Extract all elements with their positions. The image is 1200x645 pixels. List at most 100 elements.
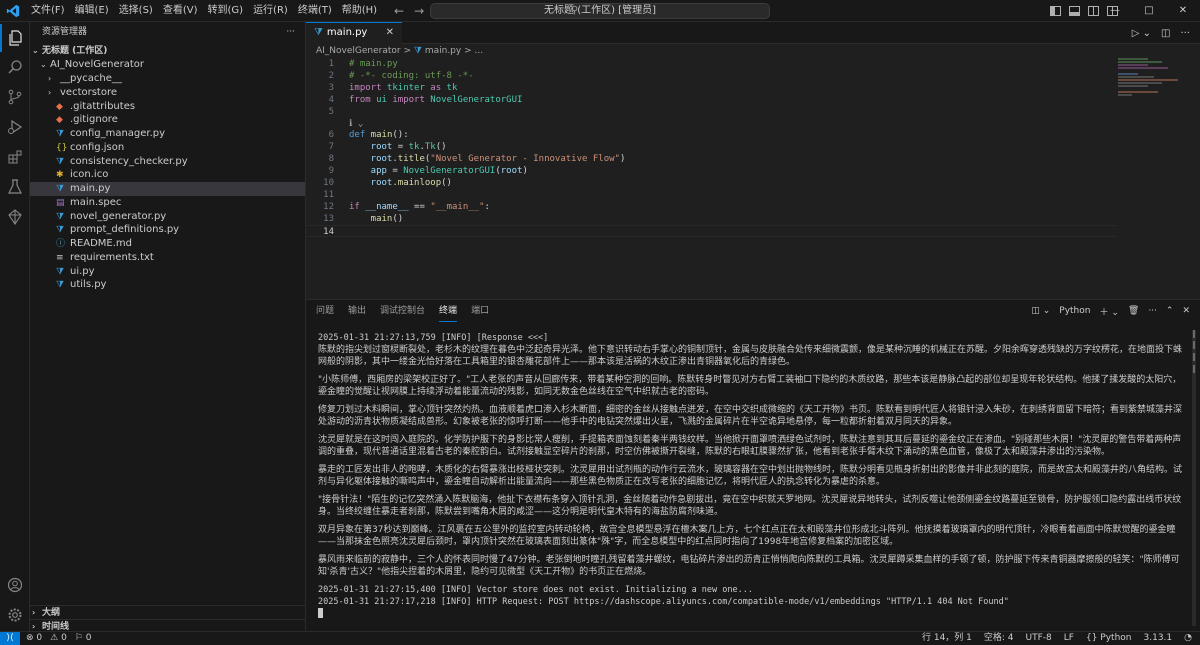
close-panel-icon[interactable]: ✕	[1182, 306, 1190, 316]
remote-indicator[interactable]: ⟩⟨	[0, 632, 20, 645]
close-window-button[interactable]: ✕	[1166, 0, 1200, 22]
tree-file[interactable]: ⧩ utils.py	[30, 278, 305, 292]
project-folder[interactable]: ⌄ AI_NovelGenerator	[30, 58, 305, 72]
split-terminal-icon[interactable]: ◫ ⌄	[1031, 306, 1050, 316]
encoding[interactable]: UTF-8	[1026, 632, 1052, 645]
menu-run[interactable]: 运行(R)	[248, 0, 293, 22]
editor-actions: ▷ ⌄ ◫ ···	[1132, 22, 1190, 44]
workspace-root[interactable]: ⌄ 无标题 (工作区)	[30, 44, 305, 58]
close-tab-icon[interactable]: ✕	[386, 23, 394, 43]
new-terminal-icon[interactable]: ＋ ⌄	[1099, 305, 1118, 318]
tree-file[interactable]: ◆ .gitattributes	[30, 100, 305, 114]
code-token: as	[430, 82, 442, 93]
more-actions-icon[interactable]: ···	[1180, 28, 1190, 39]
tab-ports[interactable]: 端口	[471, 300, 489, 322]
cursor-position[interactable]: 行 14，列 1	[922, 632, 972, 645]
code-token: # -*- coding: utf-8 -*-	[349, 70, 474, 81]
chevron-right-icon: ›	[48, 74, 52, 83]
breadcrumb-symbol[interactable]: > ...	[464, 46, 483, 56]
terminal-output[interactable]: 2025-01-31 21:27:13,759 [INFO] [Response…	[318, 332, 1188, 628]
maximize-panel-icon[interactable]: ⌃	[1166, 306, 1174, 316]
testing-flask-icon[interactable]	[0, 173, 30, 201]
tab-output[interactable]: 输出	[348, 300, 366, 322]
tree-item-label: ui.py	[70, 265, 95, 277]
menu-file[interactable]: 文件(F)	[26, 0, 70, 22]
menu-selection[interactable]: 选择(S)	[114, 0, 158, 22]
run-debug-icon[interactable]	[0, 113, 30, 141]
explorer-icon[interactable]	[0, 24, 30, 52]
tree-file[interactable]: ⧩ config_manager.py	[30, 127, 305, 141]
breadcrumb-separator: >	[403, 46, 412, 56]
tab-debug-console[interactable]: 调试控制台	[380, 300, 425, 322]
tree-file[interactable]: ⧩ novel_generator.py	[30, 210, 305, 224]
code-editor[interactable]: 1 # main.py 2 # -*- coding: utf-8 -*- 3 impor…	[306, 58, 1116, 290]
tree-file[interactable]: ⧩ ui.py	[30, 265, 305, 279]
tree-file[interactable]: ⓘ README.md	[30, 237, 305, 251]
activity-bar	[0, 22, 30, 631]
menu-view[interactable]: 查看(V)	[158, 0, 203, 22]
code-line: 3 import tkinter as tk	[306, 82, 1116, 94]
window-controls: — □ ✕	[1098, 0, 1200, 22]
tab-problems[interactable]: 问题	[316, 300, 334, 322]
search-icon[interactable]	[0, 53, 30, 81]
menu-edit[interactable]: 编辑(E)	[70, 0, 114, 22]
indentation[interactable]: 空格: 4	[984, 632, 1014, 645]
tree-file[interactable]: ⧩ prompt_definitions.py	[30, 223, 305, 237]
toggle-primary-sidebar-icon[interactable]	[1050, 6, 1061, 16]
remote-explorer-icon[interactable]	[0, 203, 30, 231]
tree-file[interactable]: ◆ .gitignore	[30, 113, 305, 127]
terminal-scrollbar[interactable]	[1190, 330, 1198, 626]
back-arrow-icon[interactable]: ←	[394, 4, 404, 18]
tab-terminal[interactable]: 终端	[439, 300, 458, 322]
breadcrumb-folder[interactable]: AI_NovelGenerator	[316, 46, 401, 56]
maximize-button[interactable]: □	[1132, 0, 1166, 22]
tree-file[interactable]: ⧩ main.py	[30, 182, 305, 196]
editor-tab-bar: ⧩ main.py ✕ ▷ ⌄ ◫ ···	[306, 22, 1200, 44]
run-file-icon[interactable]: ▷ ⌄	[1132, 28, 1151, 39]
forward-arrow-icon[interactable]: →	[414, 4, 424, 18]
errors-count[interactable]: ⊗ 0	[26, 632, 42, 645]
chevron-right-icon: ›	[32, 608, 36, 617]
more-actions-icon[interactable]: ···	[286, 22, 295, 42]
tree-folder[interactable]: › __pycache__	[30, 72, 305, 86]
menu-terminal[interactable]: 终端(T)	[293, 0, 337, 22]
trash-icon[interactable]: 🗑	[1128, 306, 1139, 316]
code-token: "__main__"	[430, 201, 485, 212]
command-center[interactable]: ⚲ 无标题 (工作区) [管理员]	[430, 3, 770, 19]
code-token: if	[349, 201, 360, 212]
accounts-icon[interactable]	[0, 571, 30, 599]
breadcrumb-file[interactable]: main.py	[425, 46, 461, 56]
tree-file[interactable]: ⧩ consistency_checker.py	[30, 155, 305, 169]
tree-file[interactable]: ▤ main.spec	[30, 196, 305, 210]
notifications-bell-icon[interactable]: ◔	[1184, 632, 1192, 645]
tree-file[interactable]: ✱ icon.ico	[30, 168, 305, 182]
menu-go[interactable]: 转到(G)	[203, 0, 249, 22]
language-mode[interactable]: {} Python	[1086, 632, 1132, 645]
python-version[interactable]: 3.13.1	[1144, 632, 1173, 645]
settings-gear-icon[interactable]	[0, 601, 30, 629]
split-editor-icon[interactable]: ◫	[1161, 28, 1170, 39]
tree-folder[interactable]: › vectorstore	[30, 86, 305, 100]
tree-file[interactable]: {} config.json	[30, 141, 305, 155]
ports-count[interactable]: ⚐ 0	[75, 632, 92, 645]
tab-main-py[interactable]: ⧩ main.py ✕	[306, 22, 402, 44]
outline-section[interactable]: › 大纲	[30, 605, 305, 619]
code-text: if __name__ == "__main__":	[349, 201, 490, 213]
minimize-button[interactable]: —	[1098, 0, 1132, 22]
response-paragraph: 沈灵犀就是在这时闯入庭院的。化学防护服下的身影比常人瘦削，手提箱表面蚀刻着秦半两…	[318, 435, 1182, 457]
toggle-panel-icon[interactable]	[1069, 6, 1080, 16]
terminal-shell-label[interactable]: Python	[1059, 306, 1090, 316]
warnings-count[interactable]: ⚠ 0	[50, 632, 67, 645]
line-number: 12	[323, 201, 334, 212]
menu-help[interactable]: 帮助(H)	[337, 0, 382, 22]
more-actions-icon[interactable]: ···	[1148, 306, 1157, 316]
code-token: Tk	[424, 142, 436, 153]
codelens-info-icon[interactable]: ℹ ⌄	[349, 119, 363, 129]
line-number: 4	[328, 94, 334, 105]
minimap[interactable]	[1118, 58, 1188, 118]
extensions-icon[interactable]	[0, 143, 30, 171]
line-number: 9	[328, 166, 334, 177]
tree-file[interactable]: ≡ requirements.txt	[30, 251, 305, 265]
source-control-icon[interactable]	[0, 83, 30, 111]
end-of-line[interactable]: LF	[1064, 632, 1074, 645]
